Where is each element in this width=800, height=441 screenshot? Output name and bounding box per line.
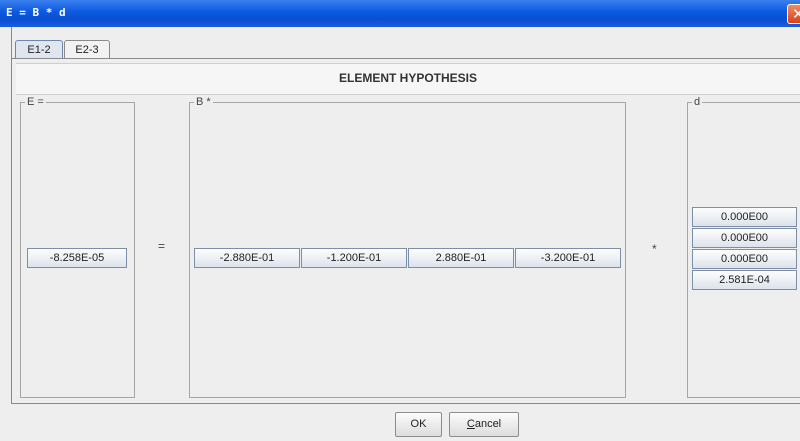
tab-e2-3[interactable]: E2-3 <box>64 40 110 58</box>
ok-button[interactable]: OK <box>395 412 442 437</box>
b-value-3[interactable]: 2.880E-01 <box>408 248 514 268</box>
cancel-button[interactable]: Cancel <box>449 412 519 437</box>
e-group: E = -8.258E-05 <box>20 95 135 398</box>
tab-e1-2[interactable]: E1-2 <box>15 40 63 58</box>
b-value-4[interactable]: -3.200E-01 <box>515 248 621 268</box>
d-group: d 0.000E00 0.000E00 0.000E00 2.581E-04 <box>687 95 800 398</box>
tab-content-panel: ELEMENT HYPOTHESIS E = -8.258E-05 = B * … <box>11 58 800 404</box>
d-group-legend: d <box>692 95 703 109</box>
close-icon: ✕ <box>792 5 800 23</box>
dialog-window: E = B * d ✕ E1-2 E2-3 ELEMENT HYPOTHESIS… <box>0 0 800 441</box>
window-title: E = B * d <box>6 6 66 19</box>
equals-sign: = <box>158 239 166 253</box>
cancel-label: ancel <box>474 418 502 430</box>
d-value-4[interactable]: 2.581E-04 <box>692 270 797 290</box>
e-value[interactable]: -8.258E-05 <box>27 248 127 268</box>
title-bar[interactable]: E = B * d ✕ <box>0 0 800 27</box>
d-value-3[interactable]: 0.000E00 <box>692 249 797 269</box>
b-value-2[interactable]: -1.200E-01 <box>301 248 407 268</box>
b-group: B * -2.880E-01 -1.200E-01 2.880E-01 -3.2… <box>189 95 626 398</box>
times-sign: * <box>652 242 657 256</box>
b-group-legend: B * <box>194 95 213 109</box>
d-value-2[interactable]: 0.000E00 <box>692 228 797 248</box>
cancel-mnemonic: C <box>466 418 475 430</box>
d-value-1[interactable]: 0.000E00 <box>692 207 797 227</box>
b-value-1[interactable]: -2.880E-01 <box>194 248 300 268</box>
close-button[interactable]: ✕ <box>787 4 800 24</box>
page-title: ELEMENT HYPOTHESIS <box>338 71 478 85</box>
tab-bar: E1-2 E2-3 <box>11 27 800 59</box>
header-panel: ELEMENT HYPOTHESIS <box>16 63 800 95</box>
e-group-legend: E = <box>25 95 46 109</box>
